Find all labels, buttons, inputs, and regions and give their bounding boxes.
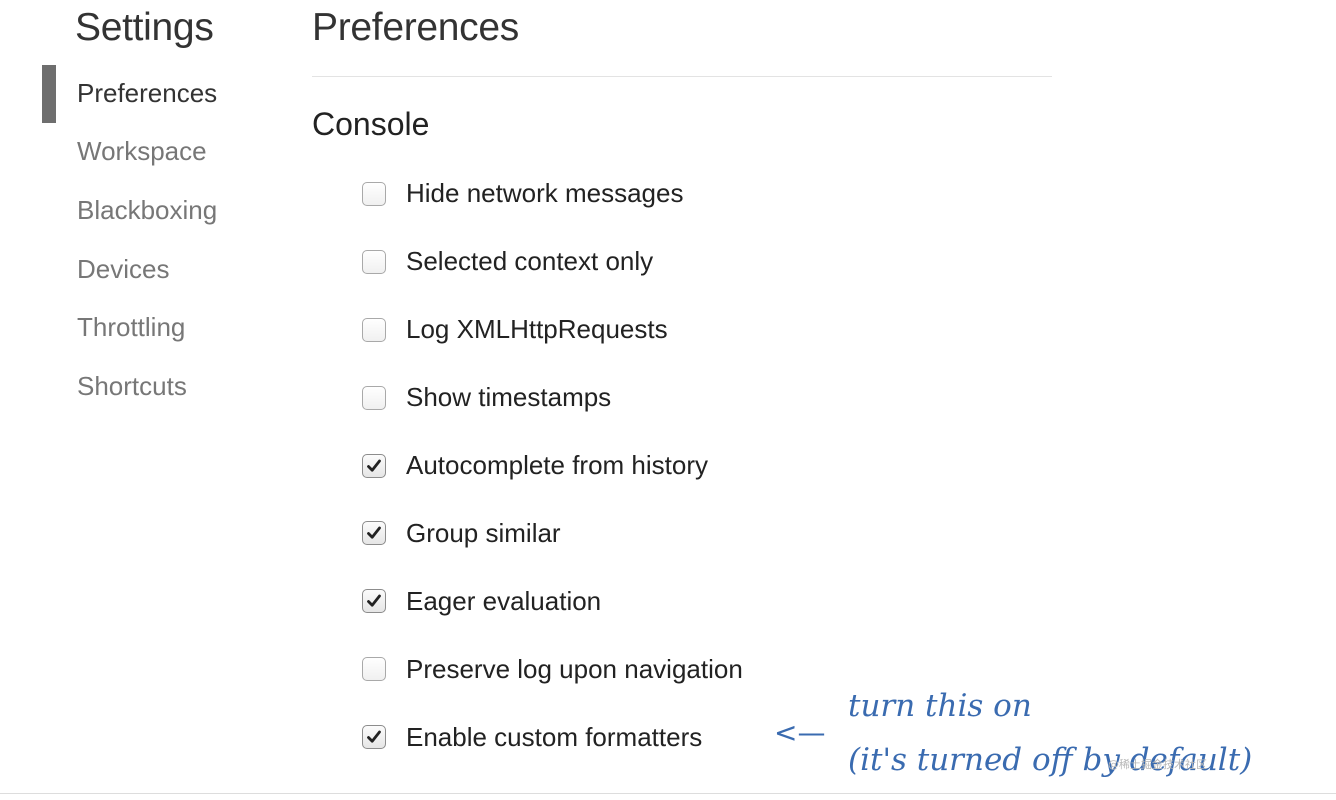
- annotation-line-1: turn this on: [848, 688, 1032, 724]
- option-log-xmlhttprequests[interactable]: Log XMLHttpRequests: [362, 296, 743, 364]
- checkbox[interactable]: [362, 317, 386, 342]
- console-options: Hide network messages Selected context o…: [362, 160, 743, 771]
- option-selected-context-only[interactable]: Selected context only: [362, 228, 743, 296]
- option-label: Show timestamps: [406, 382, 612, 413]
- sidebar-item-throttling[interactable]: Throttling: [0, 298, 260, 357]
- checkbox[interactable]: [362, 181, 386, 206]
- sidebar-item-workspace[interactable]: Workspace: [0, 123, 260, 182]
- section-title-console: Console: [312, 106, 430, 142]
- option-preserve-log-upon-navigation[interactable]: Preserve log upon navigation: [362, 635, 743, 703]
- checkbox[interactable]: [362, 589, 386, 614]
- sidebar-nav: Preferences Workspace Blackboxing Device…: [0, 64, 260, 416]
- checkbox[interactable]: [362, 657, 386, 682]
- sidebar-item-shortcuts[interactable]: Shortcuts: [0, 357, 260, 416]
- sidebar-title: Settings: [75, 6, 214, 49]
- sidebar-item-devices[interactable]: Devices: [0, 240, 260, 299]
- sidebar-item-label: Blackboxing: [77, 194, 218, 225]
- sidebar-item-preferences[interactable]: Preferences: [0, 64, 260, 123]
- option-label: Log XMLHttpRequests: [406, 314, 668, 345]
- option-group-similar[interactable]: Group similar: [362, 499, 743, 567]
- sidebar-item-label: Workspace: [77, 136, 207, 167]
- sidebar-item-label: Throttling: [77, 312, 186, 343]
- option-label: Enable custom formatters: [406, 721, 703, 752]
- option-label: Preserve log upon navigation: [406, 653, 743, 684]
- annotation-arrow: <—: [774, 716, 826, 749]
- settings-page: Settings Preferences Workspace Blackboxi…: [0, 0, 1336, 800]
- sidebar-item-label: Shortcuts: [77, 370, 187, 401]
- checkbox[interactable]: [362, 249, 386, 274]
- option-label: Hide network messages: [406, 178, 684, 209]
- page-title: Preferences: [312, 6, 519, 49]
- option-enable-custom-formatters[interactable]: Enable custom formatters: [362, 703, 743, 771]
- option-eager-evaluation[interactable]: Eager evaluation: [362, 567, 743, 635]
- sidebar-item-label: Devices: [77, 253, 170, 284]
- option-label: Autocomplete from history: [406, 450, 709, 480]
- checkmark-icon: [367, 594, 381, 607]
- option-autocomplete-from-history[interactable]: Autocomplete from history: [362, 432, 743, 500]
- watermark: @稀土掘金技术社区: [1108, 758, 1207, 771]
- checkbox[interactable]: [362, 385, 386, 410]
- option-label: Selected context only: [406, 246, 654, 277]
- bottom-divider: [0, 793, 1336, 794]
- option-label: Eager evaluation: [406, 585, 602, 616]
- sidebar-item-blackboxing[interactable]: Blackboxing: [0, 181, 260, 240]
- checkmark-icon: [367, 459, 381, 472]
- sidebar-item-label: Preferences: [77, 77, 218, 108]
- checkbox[interactable]: [362, 453, 386, 478]
- checkmark-icon: [367, 526, 381, 539]
- option-show-timestamps[interactable]: Show timestamps: [362, 364, 743, 432]
- checkbox[interactable]: [362, 521, 386, 546]
- option-hide-network-messages[interactable]: Hide network messages: [362, 160, 743, 228]
- checkbox[interactable]: [362, 725, 386, 750]
- option-label: Group similar: [406, 517, 561, 548]
- checkmark-icon: [367, 730, 381, 743]
- title-divider: [312, 76, 1052, 77]
